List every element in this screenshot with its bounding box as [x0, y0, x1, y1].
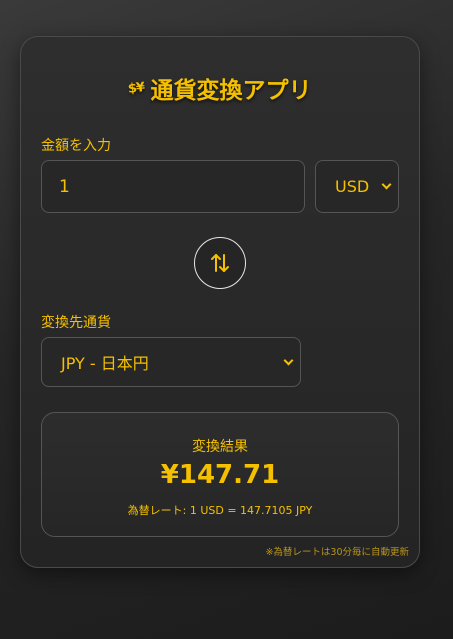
swap-button[interactable]: [194, 237, 246, 289]
result-value: ¥147.71: [160, 460, 280, 490]
result-panel: 変換結果 ¥147.71 為替レート: 1 USD = 147.7105 JPY: [41, 412, 399, 537]
from-currency-select[interactable]: USD: [315, 160, 399, 213]
chevron-down-icon: [283, 355, 294, 365]
amount-label: 金額を入力: [41, 138, 111, 154]
currency-logo-icon: $¥: [127, 79, 146, 97]
swap-vertical-icon: [211, 254, 229, 272]
chevron-down-icon: [381, 179, 392, 190]
app-title-text: 通貨変換アプリ: [150, 78, 312, 104]
to-currency-label: 変換先通貨: [41, 315, 111, 331]
app-title: $¥ 通貨変換アプリ: [21, 71, 419, 105]
to-currency-select[interactable]: JPY - 日本円: [41, 337, 301, 387]
converter-card: $¥ 通貨変換アプリ 金額を入力 1 USD 変換先通貨 JPY - 日本円 変…: [20, 36, 420, 568]
amount-input[interactable]: 1: [41, 160, 305, 213]
from-currency-value: USD: [335, 177, 370, 196]
update-note: ※為替レートは30分毎に自動更新: [265, 547, 409, 558]
to-currency-value: JPY - 日本円: [61, 354, 149, 373]
result-label: 変換結果: [192, 439, 248, 455]
exchange-rate-text: 為替レート: 1 USD = 147.7105 JPY: [127, 504, 313, 517]
amount-value: 1: [59, 176, 70, 197]
